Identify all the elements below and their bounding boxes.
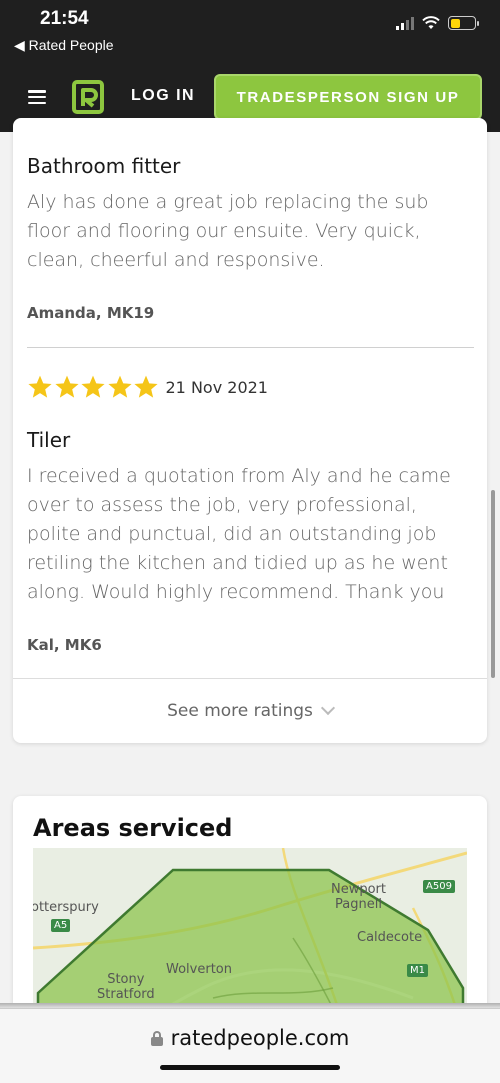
review-divider: [27, 347, 474, 348]
review-date: 21 Nov 2021: [165, 377, 268, 397]
map-label-stony-stratford: Stony Stratford: [97, 972, 155, 1002]
lock-icon: [150, 1030, 163, 1046]
cellular-signal-icon: [396, 16, 414, 30]
home-indicator[interactable]: [160, 1065, 340, 1070]
review-text: Aly has done a great job replacing the s…: [27, 191, 429, 271]
areas-title: Areas serviced: [33, 814, 233, 842]
map-label-caldecote: Caldecote: [357, 930, 423, 945]
road-badge-a5: A5: [51, 919, 71, 932]
review-item: Tiler I received a quotation from Aly an…: [27, 428, 475, 607]
star-icon: [134, 375, 158, 398]
menu-icon[interactable]: [28, 90, 46, 104]
map-label-newport-pagnell: Newport Pagnell: [331, 882, 387, 912]
login-link[interactable]: LOG IN: [131, 87, 195, 105]
map-label-wolverton: Wolverton: [166, 962, 232, 977]
back-to-app-link[interactable]: ◀ Rated People: [14, 37, 114, 54]
review-author: Amanda, MK19: [27, 304, 155, 322]
browser-url-bar[interactable]: ratedpeople.com: [0, 1008, 500, 1083]
star-icon: [28, 375, 52, 398]
review-item: Bathroom fitter Aly has done a great job…: [27, 154, 475, 275]
wifi-icon: [422, 16, 440, 29]
map-label-potterspury: otterspury: [33, 900, 99, 915]
see-more-ratings-button[interactable]: See more ratings: [13, 678, 487, 743]
scrollbar[interactable]: [491, 490, 495, 678]
road-badge-m1: M1: [407, 964, 428, 977]
review-title: Bathroom fitter: [27, 154, 181, 178]
star-icon: [107, 375, 132, 398]
review-rating: 21 Nov 2021: [27, 374, 268, 400]
rated-people-logo[interactable]: [72, 80, 106, 116]
road-badge-a509: A509: [423, 880, 455, 893]
star-icon: [81, 375, 105, 398]
star-icon: [54, 375, 79, 398]
review-title: Tiler: [27, 428, 71, 452]
battery-icon: [448, 16, 479, 30]
review-text: I received a quotation from Aly and he c…: [27, 465, 451, 603]
chevron-down-icon: [320, 700, 335, 716]
ratings-card: Bathroom fitter Aly has done a great job…: [13, 118, 487, 743]
see-more-label: See more ratings: [167, 701, 313, 721]
review-author: Kal, MK6: [27, 636, 102, 654]
status-time: 21:54: [40, 8, 89, 29]
status-icons: [396, 16, 479, 30]
tradesperson-signup-button[interactable]: TRADESPERSON SIGN UP: [214, 74, 482, 120]
url-text[interactable]: ratedpeople.com: [171, 1026, 350, 1050]
status-bar: 21:54 ◀ Rated People: [0, 0, 500, 66]
